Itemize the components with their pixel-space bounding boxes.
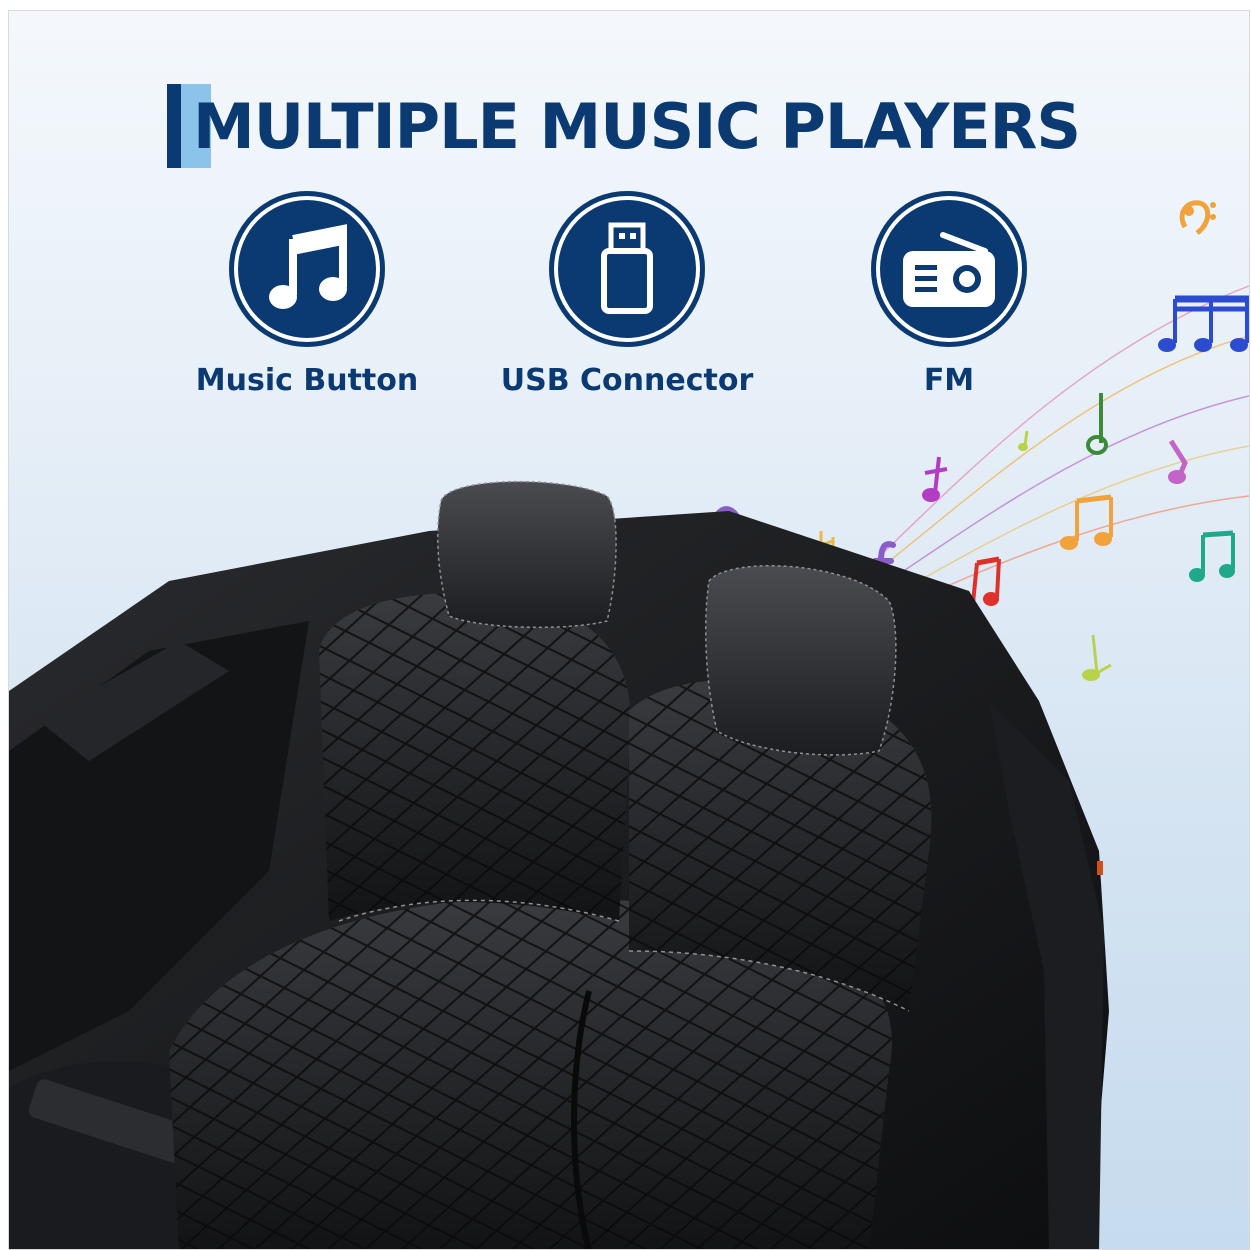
feature-label-music: Music Button — [195, 363, 419, 398]
headrest-left — [436, 480, 617, 629]
side-reflector — [1097, 861, 1103, 875]
usb-drive-icon — [549, 191, 705, 347]
product-image-frame: MULTIPLE MUSIC PLAYERS Music Button USB … — [8, 10, 1250, 1250]
headrest-right — [704, 564, 897, 756]
beamed-notes-blue-icon — [1158, 295, 1249, 352]
bass-clef-icon — [1179, 200, 1216, 236]
headline: MULTIPLE MUSIC PLAYERS — [167, 81, 1081, 171]
page-title: MULTIPLE MUSIC PLAYERS — [193, 89, 1081, 163]
music-note-icon — [229, 191, 385, 347]
green-note-icon — [1086, 393, 1108, 455]
feature-music-button: Music Button — [157, 191, 457, 398]
small-lime-note-icon — [1018, 430, 1029, 451]
product-photo-car-seats — [9, 480, 1109, 1249]
